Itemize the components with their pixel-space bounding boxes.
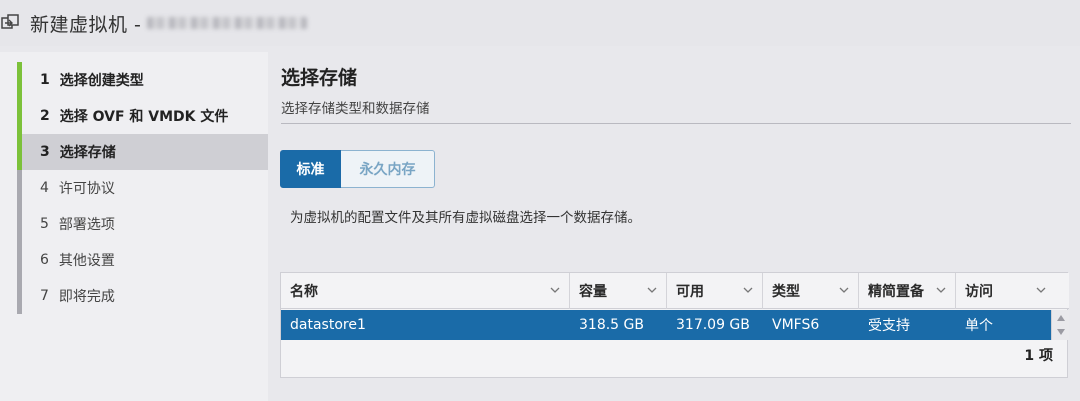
chevron-down-icon[interactable] [1035, 284, 1047, 296]
step-4: 4 许可协议 [17, 170, 268, 206]
step-label: 选择存储 [59, 145, 116, 161]
step-label: 其他设置 [58, 253, 115, 269]
step-label: 选择 OVF 和 VMDK 文件 [59, 109, 229, 125]
tab-persistent-memory[interactable]: 永久内存 [341, 150, 435, 188]
chevron-down-icon[interactable] [742, 284, 754, 296]
column-header-available[interactable]: 可用 [667, 273, 763, 309]
cell-name: datastore1 [290, 317, 366, 333]
step-5: 5 部署选项 [17, 206, 268, 242]
instruction-text: 为虚拟机的配置文件及其所有虚拟磁盘选择一个数据存储。 [290, 210, 641, 226]
table-scrollbar[interactable] [1051, 310, 1069, 340]
page-title: 选择存储 [281, 67, 358, 89]
storage-type-tabs: 标准 永久内存 [280, 150, 435, 188]
table-row[interactable]: datastore1 318.5 GB 317.09 GB VMFS6 受支持 … [281, 310, 1051, 340]
cell-thin-provisioning: 受支持 [868, 318, 910, 334]
page-subtitle: 选择存储类型和数据存储 [281, 101, 430, 117]
step-1[interactable]: 1 选择创建类型 [17, 62, 268, 98]
wizard-steps: 1 选择创建类型 2 选择 OVF 和 VMDK 文件 3 选择存储 4 许可协… [0, 52, 268, 401]
main-content: 选择存储 选择存储类型和数据存储 标准 永久内存 为虚拟机的配置文件及其所有虚拟… [268, 52, 1080, 401]
scroll-up-icon[interactable] [1056, 314, 1066, 322]
step-3[interactable]: 3 选择存储 [17, 134, 268, 170]
step-2[interactable]: 2 选择 OVF 和 VMDK 文件 [17, 98, 268, 134]
step-7: 7 即将完成 [17, 278, 268, 314]
step-label: 即将完成 [58, 289, 115, 305]
divider [281, 123, 1071, 124]
step-label: 部署选项 [58, 217, 115, 233]
scroll-down-icon[interactable] [1056, 328, 1066, 336]
step-6: 6 其他设置 [17, 242, 268, 278]
cell-capacity: 318.5 GB [579, 317, 644, 333]
chevron-down-icon[interactable] [646, 284, 658, 296]
column-header-capacity[interactable]: 容量 [570, 273, 667, 309]
column-header-name[interactable]: 名称 [281, 273, 570, 309]
datastore-table: 名称 容量 可用 类型 精简置备 访问 datastore1 318.5 GB … [280, 272, 1069, 378]
cell-type: VMFS6 [772, 317, 820, 333]
step-label: 许可协议 [58, 181, 115, 197]
tab-standard[interactable]: 标准 [280, 150, 341, 188]
step-label: 选择创建类型 [59, 73, 144, 89]
window-title-redacted [147, 17, 308, 29]
item-count: 1 项 [1024, 348, 1053, 364]
chevron-down-icon[interactable] [549, 284, 561, 296]
column-header-access[interactable]: 访问 [956, 273, 1069, 309]
column-header-thin-provisioning[interactable]: 精简置备 [859, 273, 956, 309]
window-title: 新建虚拟机 - [30, 13, 142, 36]
chevron-down-icon[interactable] [935, 284, 947, 296]
chevron-down-icon[interactable] [838, 284, 850, 296]
cell-access: 单个 [965, 318, 993, 334]
table-header: 名称 容量 可用 类型 精简置备 访问 [281, 273, 1069, 309]
column-header-type[interactable]: 类型 [763, 273, 859, 309]
vm-import-icon [0, 12, 22, 34]
cell-available: 317.09 GB [676, 317, 750, 333]
window-titlebar: 新建虚拟机 - [0, 0, 1080, 46]
